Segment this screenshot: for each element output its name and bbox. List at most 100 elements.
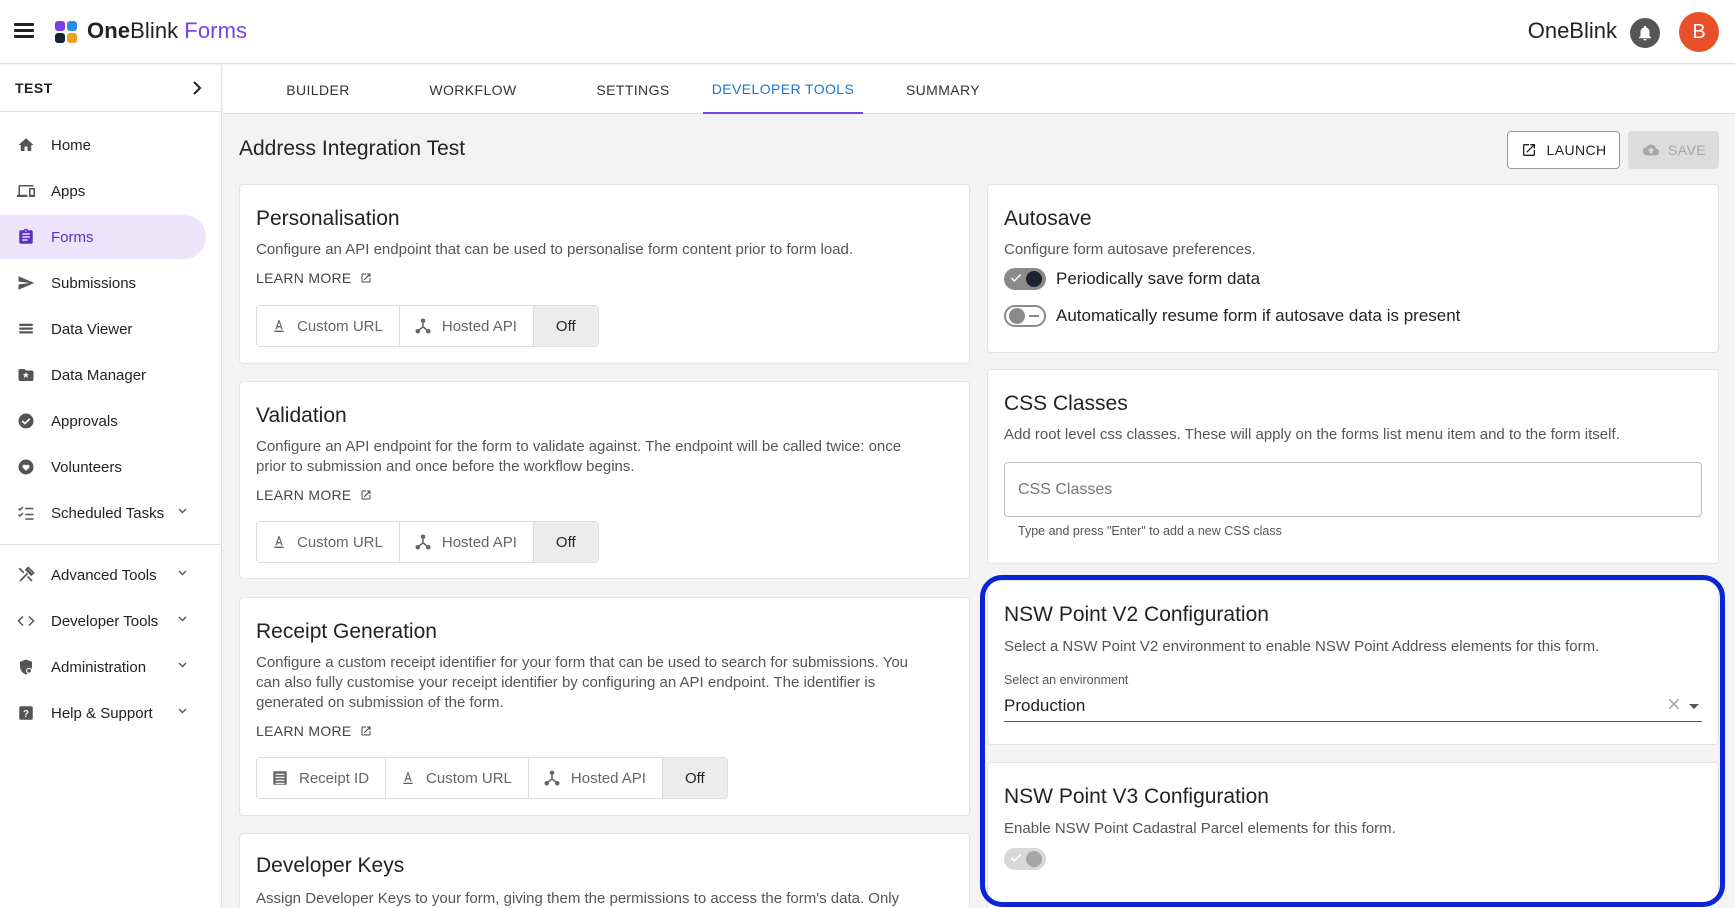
sidebar-item-advanced-tools[interactable]: Advanced Tools xyxy=(0,553,206,597)
sidebar-item-label: Submissions xyxy=(51,274,137,292)
card-description: Assign Developer Keys to your form, givi… xyxy=(256,890,900,907)
validation-card: Validation Configure an API endpoint for… xyxy=(239,381,970,579)
brand-forms: Forms xyxy=(184,18,248,43)
learn-more-label: LEARN MORE xyxy=(256,487,352,503)
autosave-card: Autosave Configure form autosave prefere… xyxy=(987,184,1719,353)
receipt-id-option[interactable]: Receipt ID xyxy=(257,758,387,798)
select-label: Select an environment xyxy=(1004,673,1129,687)
periodic-save-label: Periodically save form data xyxy=(1056,269,1261,288)
sidebar-item-label: Volunteers xyxy=(51,458,122,476)
off-option[interactable]: Off xyxy=(533,306,598,346)
dropdown-arrow-icon[interactable] xyxy=(1688,703,1700,710)
code-icon xyxy=(16,611,36,631)
sidebar-item-data-viewer[interactable]: Data Viewer xyxy=(0,307,206,351)
cadastral-parcel-switch[interactable] xyxy=(1004,848,1046,870)
chevron-down-icon xyxy=(178,570,187,576)
hub-icon xyxy=(544,770,560,786)
custom-url-option[interactable]: Custom URL xyxy=(257,306,400,346)
sidebar-item-label: Help & Support xyxy=(51,704,153,722)
chevron-down-icon xyxy=(178,616,187,622)
hub-icon xyxy=(415,534,431,550)
text-format-icon xyxy=(274,536,284,548)
sidebar-item-scheduled-tasks[interactable]: Scheduled Tasks xyxy=(0,491,206,535)
user-avatar[interactable]: B xyxy=(1679,12,1719,52)
minus-icon xyxy=(1029,315,1039,317)
helper-text: Type and press "Enter" to add a new CSS … xyxy=(1018,524,1282,538)
checklist-icon xyxy=(16,503,36,523)
tab-builder[interactable]: BUILDER xyxy=(253,65,383,114)
menu-icon[interactable] xyxy=(14,20,40,44)
card-description: Add root level css classes. These will a… xyxy=(1004,426,1620,443)
card-description-line-2: prior to submission and once before the … xyxy=(256,458,635,475)
shield-icon xyxy=(16,657,36,677)
sidebar-item-volunteers[interactable]: Volunteers xyxy=(0,445,206,489)
clear-icon[interactable] xyxy=(1666,696,1682,712)
card-title: NSW Point V2 Configuration xyxy=(1004,603,1269,626)
receipt-generation-card: Receipt Generation Configure a custom re… xyxy=(239,597,970,816)
folder-icon xyxy=(16,365,36,385)
hosted-api-option[interactable]: Hosted API xyxy=(400,522,534,562)
sidebar-item-help-support[interactable]: ? Help & Support xyxy=(0,691,206,735)
environment-select[interactable]: Production xyxy=(1004,694,1702,722)
tab-summary[interactable]: SUMMARY xyxy=(878,65,1008,114)
sidebar-item-label: Administration xyxy=(51,658,147,676)
open-external-icon xyxy=(361,490,371,500)
sidebar-item-forms[interactable]: Forms xyxy=(0,215,206,259)
receipt-toggle-group: Receipt ID Custom URL Hosted API Off xyxy=(256,757,728,799)
sidebar-item-developer-tools[interactable]: Developer Tools xyxy=(0,599,206,643)
tab-settings[interactable]: SETTINGS xyxy=(563,65,703,114)
hosted-api-option[interactable]: Hosted API xyxy=(400,306,534,346)
periodic-save-switch[interactable] xyxy=(1004,268,1046,290)
sidebar-item-apps[interactable]: Apps xyxy=(0,169,206,213)
sidebar-item-approvals[interactable]: Approvals xyxy=(0,399,206,443)
learn-more-link[interactable]: LEARN MORE xyxy=(256,723,372,739)
hosted-api-option[interactable]: Hosted API xyxy=(529,758,663,798)
card-description: Enable NSW Point Cadastral Parcel elemen… xyxy=(1004,820,1396,837)
off-option[interactable]: Off xyxy=(662,758,727,798)
learn-more-link[interactable]: LEARN MORE xyxy=(256,270,372,286)
text-format-icon xyxy=(274,320,284,332)
sidebar-item-label: Approvals xyxy=(51,412,118,430)
tab-workflow[interactable]: WORKFLOW xyxy=(403,65,543,114)
sidebar-item-label: Forms xyxy=(51,228,94,246)
select-value: Production xyxy=(1004,696,1086,715)
sidebar-item-home[interactable]: Home xyxy=(0,123,206,167)
css-classes-input[interactable]: CSS Classes xyxy=(1004,462,1702,517)
option-label: Off xyxy=(555,533,576,551)
custom-url-option[interactable]: Custom URL xyxy=(386,758,529,798)
sidebar-item-submissions[interactable]: Submissions xyxy=(0,261,206,305)
sidebar-item-administration[interactable]: Administration xyxy=(0,645,206,689)
auto-resume-label: Automatically resume form if autosave da… xyxy=(1056,306,1461,325)
learn-more-label: LEARN MORE xyxy=(256,723,352,739)
chevron-down-icon xyxy=(178,662,187,668)
tab-developer-tools[interactable]: DEVELOPER TOOLS xyxy=(703,65,863,114)
sidebar-item-data-manager[interactable]: Data Manager xyxy=(0,353,206,397)
option-label: Off xyxy=(555,317,576,335)
custom-url-option[interactable]: Custom URL xyxy=(257,522,400,562)
option-label: Custom URL xyxy=(426,769,512,787)
tools-icon xyxy=(16,565,36,585)
oneblink-logo xyxy=(55,21,77,43)
org-name[interactable]: OneBlink xyxy=(1528,18,1617,44)
project-selector[interactable]: TEST xyxy=(0,65,221,112)
learn-more-link[interactable]: LEARN MORE xyxy=(256,487,372,503)
auto-resume-switch[interactable] xyxy=(1004,305,1046,327)
launch-button[interactable]: LAUNCH xyxy=(1507,131,1620,169)
sidebar-item-label: Home xyxy=(51,136,92,154)
sidebar: TEST Home Apps Forms Submissions Data Vi… xyxy=(0,65,222,908)
save-label: SAVE xyxy=(1668,142,1706,158)
check-icon xyxy=(1010,273,1022,282)
card-description-line-3: generated on submission of the form. xyxy=(256,694,504,711)
save-button[interactable]: SAVE xyxy=(1628,131,1719,169)
personalisation-toggle-group: Custom URL Hosted API Off xyxy=(256,305,599,347)
brand-blink: Blink xyxy=(130,18,179,43)
notifications-bell-icon[interactable] xyxy=(1630,18,1660,48)
card-title: Personalisation xyxy=(256,207,400,230)
sidebar-item-label: Data Viewer xyxy=(51,320,133,338)
card-description-line-1: Configure an API endpoint for the form t… xyxy=(256,438,902,455)
card-title: NSW Point V3 Configuration xyxy=(1004,785,1269,808)
validation-toggle-group: Custom URL Hosted API Off xyxy=(256,521,599,563)
open-external-icon xyxy=(1522,144,1535,156)
cloud-upload-icon xyxy=(1642,144,1660,156)
off-option[interactable]: Off xyxy=(533,522,598,562)
